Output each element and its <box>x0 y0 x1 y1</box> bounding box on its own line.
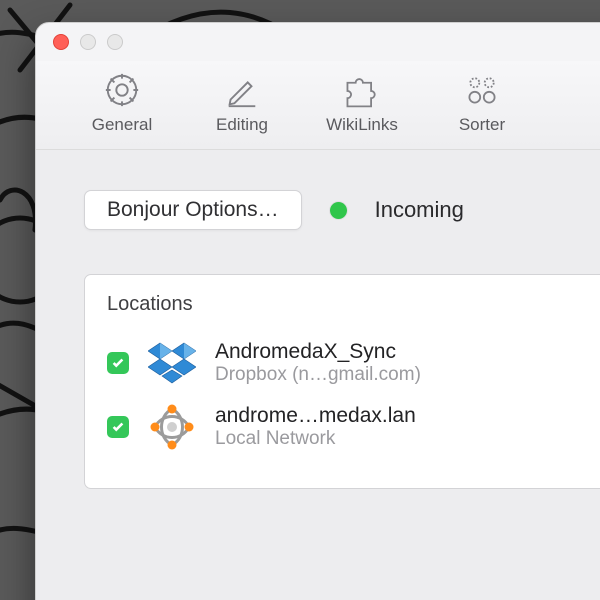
tab-sorter[interactable]: Sorter <box>441 71 523 135</box>
sync-pane: Bonjour Options… Incoming Locations <box>36 150 600 600</box>
tab-label: Sorter <box>459 115 505 135</box>
location-text: androme…medax.lan Local Network <box>215 403 416 451</box>
bonjour-network-icon <box>147 402 197 452</box>
incoming-label: Incoming <box>375 197 464 223</box>
tab-editing[interactable]: Editing <box>201 71 283 135</box>
pencil-icon <box>218 71 266 109</box>
window-zoom-button[interactable] <box>107 34 123 50</box>
location-text: AndromedaX_Sync Dropbox (n…gmail.com) <box>215 339 421 387</box>
panel-title: Locations <box>107 293 600 316</box>
location-checkbox[interactable] <box>107 352 129 374</box>
tab-general[interactable]: General <box>81 71 163 135</box>
bonjour-row: Bonjour Options… Incoming <box>84 190 600 230</box>
location-name: androme…medax.lan <box>215 403 416 428</box>
tab-label: General <box>92 115 152 135</box>
bonjour-options-button[interactable]: Bonjour Options… <box>84 190 302 230</box>
window-minimize-button[interactable] <box>80 34 96 50</box>
status-dot-green <box>330 202 347 219</box>
location-subtitle: Dropbox (n…gmail.com) <box>215 364 421 387</box>
puzzle-icon <box>338 71 386 109</box>
location-subtitle: Local Network <box>215 428 416 451</box>
tab-wikilinks[interactable]: WikiLinks <box>321 71 403 135</box>
window-close-button[interactable] <box>53 34 69 50</box>
location-checkbox[interactable] <box>107 416 129 438</box>
tab-label: WikiLinks <box>326 115 398 135</box>
preferences-window: General Editing WikiLinks <box>35 22 600 600</box>
tab-label: Editing <box>216 115 268 135</box>
dropbox-icon <box>147 338 197 388</box>
titlebar <box>36 23 600 61</box>
location-row[interactable]: AndromedaX_Sync Dropbox (n…gmail.com) <box>107 338 600 388</box>
gear-icon <box>98 71 146 109</box>
location-row[interactable]: androme…medax.lan Local Network <box>107 402 600 452</box>
sorter-icon <box>458 71 506 109</box>
locations-panel: Locations <box>84 274 600 489</box>
preferences-toolbar: General Editing WikiLinks <box>36 61 600 150</box>
location-name: AndromedaX_Sync <box>215 339 421 364</box>
